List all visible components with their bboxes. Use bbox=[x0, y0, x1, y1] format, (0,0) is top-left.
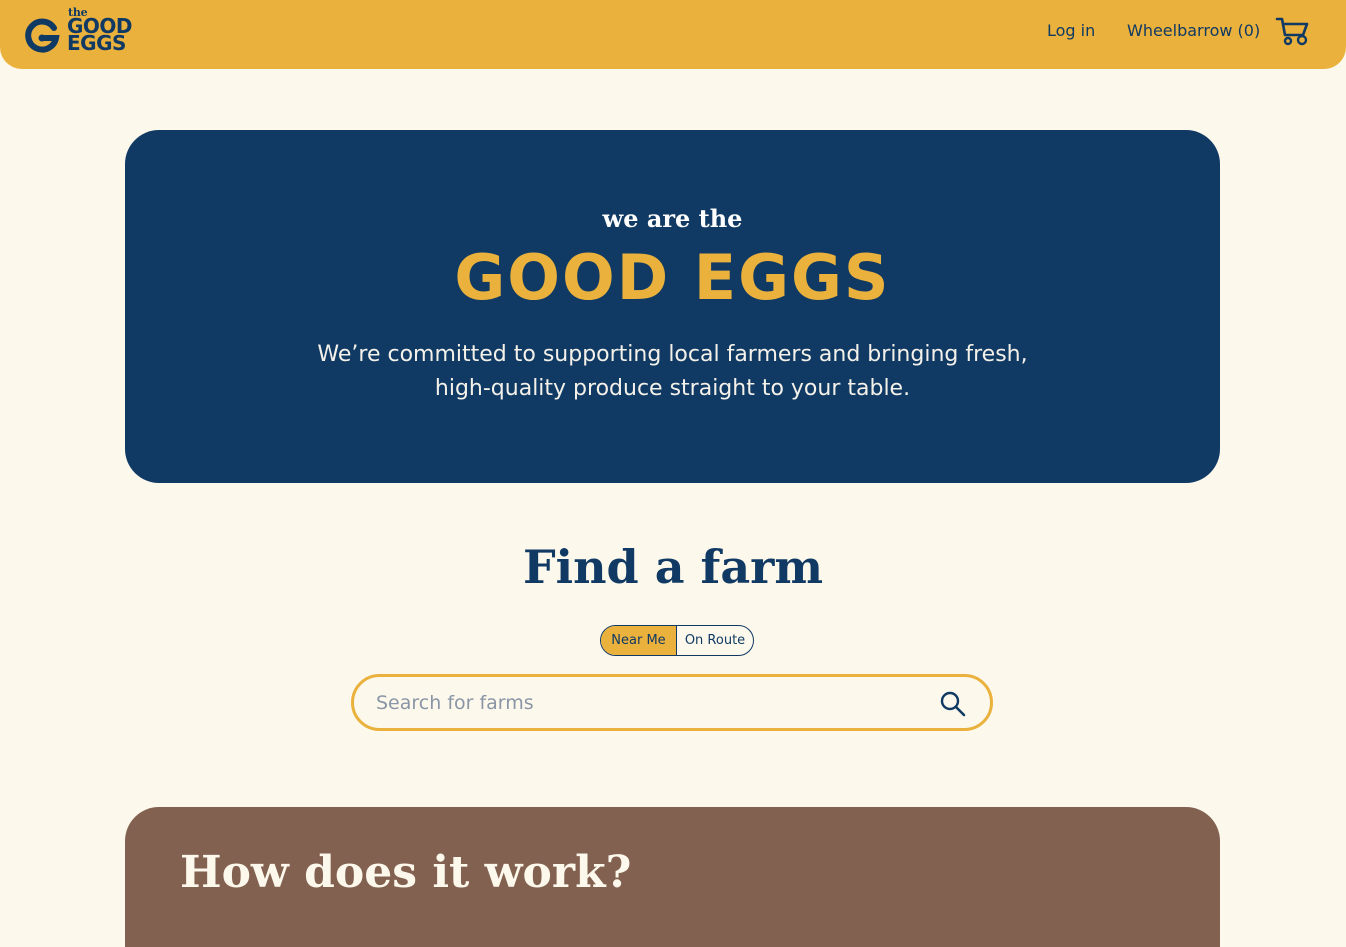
toggle-on-route[interactable]: On Route bbox=[677, 626, 753, 655]
search-icon[interactable] bbox=[939, 690, 967, 718]
wheelbarrow-link[interactable]: Wheelbarrow (0) bbox=[1127, 21, 1260, 40]
site-logo[interactable]: the GOOD EGGS bbox=[24, 6, 140, 56]
how-it-works-title: How does it work? bbox=[180, 847, 632, 898]
hero-kicker: we are the bbox=[602, 204, 743, 233]
wheelbarrow-cart-icon[interactable] bbox=[1275, 15, 1311, 47]
hero-banner: we are the GOOD EGGS We’re committed to … bbox=[125, 130, 1220, 483]
how-it-works-section: How does it work? bbox=[125, 807, 1220, 947]
find-farm-title: Find a farm bbox=[522, 540, 824, 594]
location-mode-toggle: Near Me On Route bbox=[600, 625, 754, 656]
hero-brand-wordmark: GOOD EGGS bbox=[454, 241, 891, 314]
login-link[interactable]: Log in bbox=[1047, 21, 1095, 40]
search-input[interactable] bbox=[376, 677, 916, 728]
site-header: the GOOD EGGS Log in Wheelbarrow (0) bbox=[0, 0, 1346, 69]
swirl-g-icon bbox=[25, 18, 60, 53]
toggle-near-me[interactable]: Near Me bbox=[601, 626, 677, 655]
logo-eggs-text: EGGS bbox=[67, 31, 126, 55]
hero-description: We’re committed to supporting local farm… bbox=[317, 342, 1028, 401]
farm-search-box bbox=[351, 674, 993, 731]
